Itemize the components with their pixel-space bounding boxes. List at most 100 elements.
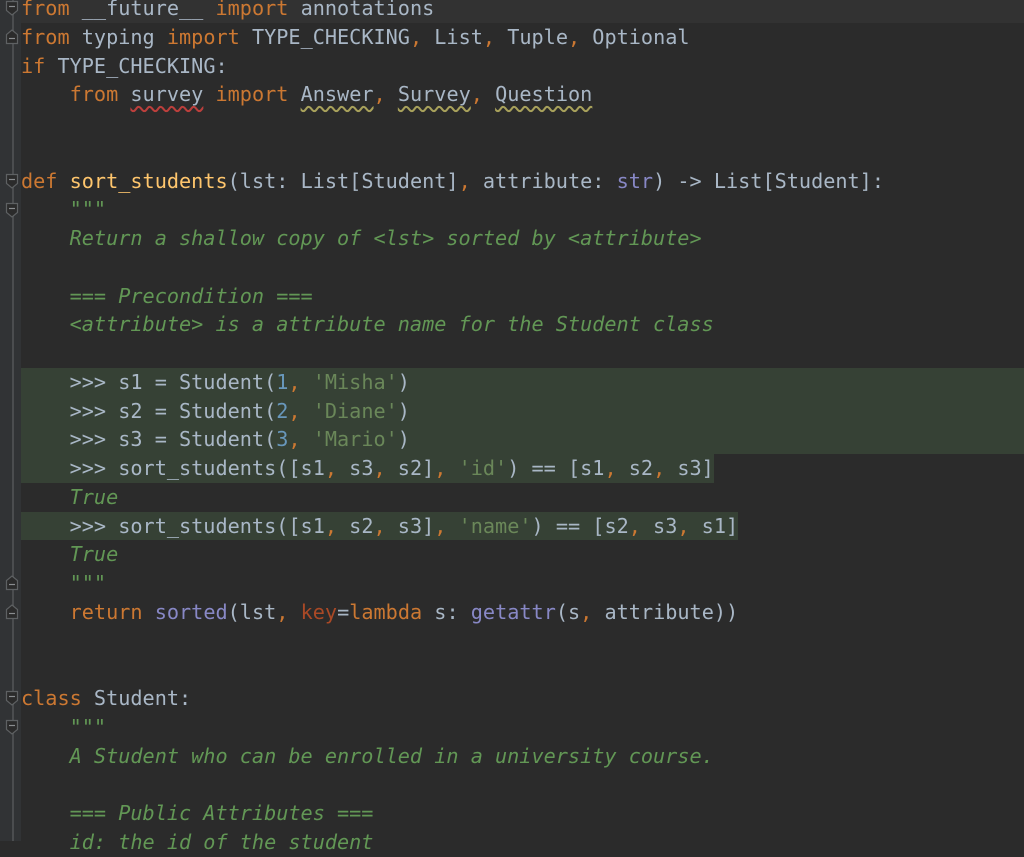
code-line[interactable]: True <box>21 483 1024 512</box>
code-line[interactable]: id: the id of the student <box>21 828 1024 857</box>
code-line[interactable]: class Student: <box>21 684 1024 713</box>
code-token: >>> s1 = Student( <box>21 369 277 394</box>
code-line[interactable]: """ <box>21 569 1024 598</box>
fold-collapse-icon[interactable] <box>5 202 19 218</box>
code-line[interactable]: <attribute> is a attribute name for the … <box>21 310 1024 339</box>
code-token: , <box>604 456 617 480</box>
code-line[interactable]: >>> s3 = Student(3, 'Mario') <box>21 425 1024 454</box>
code-line[interactable]: >>> s2 = Student(2, 'Diane') <box>21 396 1024 426</box>
code-line[interactable]: >>> sort_students([s1, s2, s3], 'name') … <box>21 511 1024 541</box>
code-token: id: the id of the student <box>21 829 374 854</box>
code-token: attribute)) <box>592 599 739 624</box>
code-token: import <box>215 82 289 107</box>
code-text: <attribute> is a attribute name for the … <box>21 310 714 339</box>
code-text: return sorted(lst, key=lambda s: getattr… <box>21 598 739 627</box>
code-token: 'name' <box>458 513 532 538</box>
code-line[interactable] <box>21 655 1024 684</box>
code-text: >>> sort_students([s1, s2, s3], 'name') … <box>21 511 739 541</box>
code-line[interactable]: """ <box>21 195 1024 224</box>
code-line[interactable]: from survey import Answer, Survey, Quest… <box>21 80 1024 109</box>
code-token: (lst: List[Student] <box>227 168 459 193</box>
code-line[interactable]: >>> s1 = Student(1, 'Misha') <box>21 367 1024 397</box>
code-editor[interactable]: from __future__ import annotations from t… <box>21 0 1024 857</box>
code-token: 1 <box>276 369 289 394</box>
code-line[interactable] <box>21 109 1024 138</box>
code-text: === Public Attributes === <box>21 799 374 828</box>
code-token: , <box>458 168 471 193</box>
code-token: , <box>276 599 289 624</box>
code-token: str <box>616 168 654 193</box>
code-token: s3 <box>640 513 678 538</box>
fold-end-icon[interactable] <box>5 29 19 45</box>
code-text: >>> s3 = Student(3, 'Mario') <box>21 425 410 454</box>
code-token: ) <box>397 427 410 452</box>
code-token: Tuple <box>495 24 568 49</box>
code-token: ) <box>397 369 410 394</box>
code-token: , <box>470 82 483 107</box>
code-line[interactable] <box>21 770 1024 799</box>
code-line[interactable]: === Precondition === <box>21 282 1024 311</box>
code-line[interactable]: True <box>21 540 1024 569</box>
code-line[interactable]: from __future__ import annotations <box>21 0 1024 23</box>
code-line[interactable] <box>21 339 1024 368</box>
code-line[interactable]: from typing import TYPE_CHECKING, List, … <box>21 23 1024 52</box>
code-token: from <box>21 24 70 49</box>
fold-collapse-icon[interactable] <box>5 719 19 735</box>
code-line[interactable]: === Public Attributes === <box>21 799 1024 828</box>
code-token: , <box>653 456 666 480</box>
code-token: Return a shallow copy of <lst> sorted by… <box>21 226 702 250</box>
code-token: 'Diane' <box>312 398 398 423</box>
code-token: Optional <box>580 24 690 49</box>
code-token: Question <box>495 82 593 107</box>
code-token: from <box>21 0 70 20</box>
code-token: === Public Attributes === <box>21 801 374 825</box>
code-token: key <box>300 599 338 624</box>
fold-collapse-icon[interactable] <box>5 173 19 189</box>
fold-end-icon[interactable] <box>5 575 19 591</box>
editor-gutter <box>0 0 21 841</box>
code-line[interactable] <box>21 253 1024 282</box>
code-text: True <box>21 483 119 512</box>
code-token: , <box>580 599 593 624</box>
code-token: List <box>422 24 483 49</box>
code-text: from __future__ import annotations <box>21 0 434 23</box>
code-line[interactable]: A Student who can be enrolled in a unive… <box>21 742 1024 771</box>
code-line[interactable]: if TYPE_CHECKING: <box>21 52 1024 81</box>
code-line[interactable]: >>> sort_students([s1, s3, s2], 'id') ==… <box>21 454 1024 483</box>
code-token: TYPE_CHECKING <box>239 24 410 49</box>
code-token: , <box>567 24 581 49</box>
code-token: , <box>288 427 301 452</box>
code-token: , <box>409 24 423 49</box>
code-line[interactable] <box>21 627 1024 656</box>
code-text: from typing import TYPE_CHECKING, List, … <box>21 23 690 52</box>
code-token: from <box>69 82 119 107</box>
code-token: sort_students <box>69 168 228 193</box>
code-line[interactable]: def sort_students(lst: List[Student], at… <box>21 167 1024 196</box>
fold-collapse-icon[interactable] <box>5 690 19 707</box>
code-token: survey <box>130 82 204 107</box>
code-token: """ <box>69 714 107 739</box>
code-text: >>> s2 = Student(2, 'Diane') <box>21 397 410 426</box>
fold-end-icon[interactable] <box>5 604 19 620</box>
code-token: 'id' <box>458 456 508 480</box>
code-token: 2 <box>276 398 289 423</box>
code-line[interactable]: Return a shallow copy of <lst> sorted by… <box>21 224 1024 253</box>
code-line[interactable] <box>21 138 1024 167</box>
code-line[interactable]: """ <box>21 713 1024 742</box>
code-token: TYPE_CHECKING: <box>45 53 228 78</box>
code-text: True <box>21 540 119 569</box>
code-line[interactable]: return sorted(lst, key=lambda s: getattr… <box>21 598 1024 627</box>
fold-collapse-icon[interactable] <box>5 0 19 17</box>
code-text: Return a shallow copy of <lst> sorted by… <box>21 224 702 253</box>
